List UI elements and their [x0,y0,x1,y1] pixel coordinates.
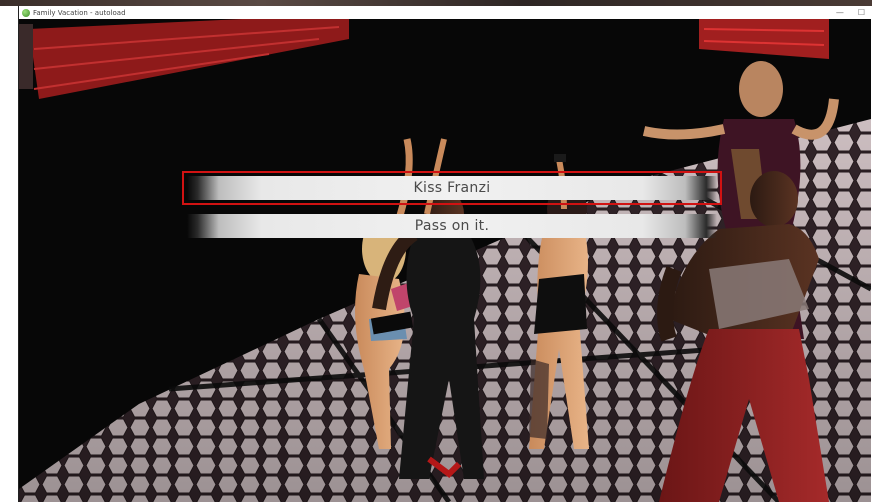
choice-kiss-franzi[interactable]: Kiss Franzi [182,171,722,205]
scene-artwork [19,19,871,502]
choice-label: Pass on it. [414,218,490,234]
window-controls: — ☐ [836,6,865,19]
choice-pass-on-it[interactable]: Pass on it. [187,214,717,238]
minimize-button[interactable]: — [836,6,844,19]
app-icon [22,8,30,17]
game-window: Family Vacation - autoload — ☐ Kiss Fran… [18,6,871,502]
choice-label: Kiss Franzi [413,180,491,196]
title-bar: Family Vacation - autoload — ☐ [19,6,871,19]
window-title: Family Vacation - autoload [33,8,126,17]
game-scene: Kiss Franzi Pass on it. [19,19,871,502]
maximize-button[interactable]: ☐ [858,6,865,19]
